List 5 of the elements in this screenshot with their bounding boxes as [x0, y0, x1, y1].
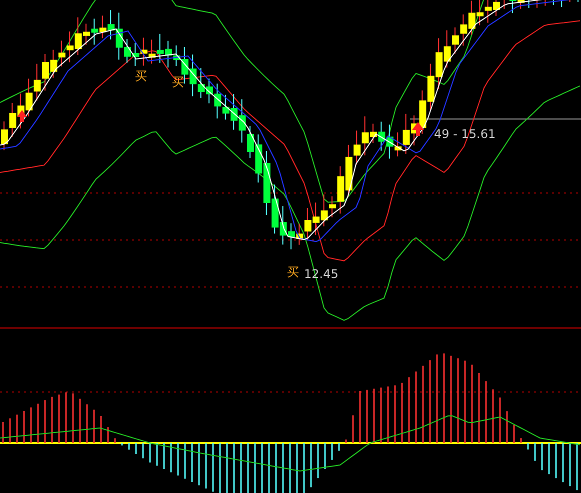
up-arrow-icon [412, 122, 424, 136]
buy-marker-label: 买 [135, 69, 147, 83]
up-arrow-icon [17, 110, 27, 122]
buy-marker-label: 买 [172, 75, 184, 89]
buy-marker-label: 买 [287, 265, 299, 279]
